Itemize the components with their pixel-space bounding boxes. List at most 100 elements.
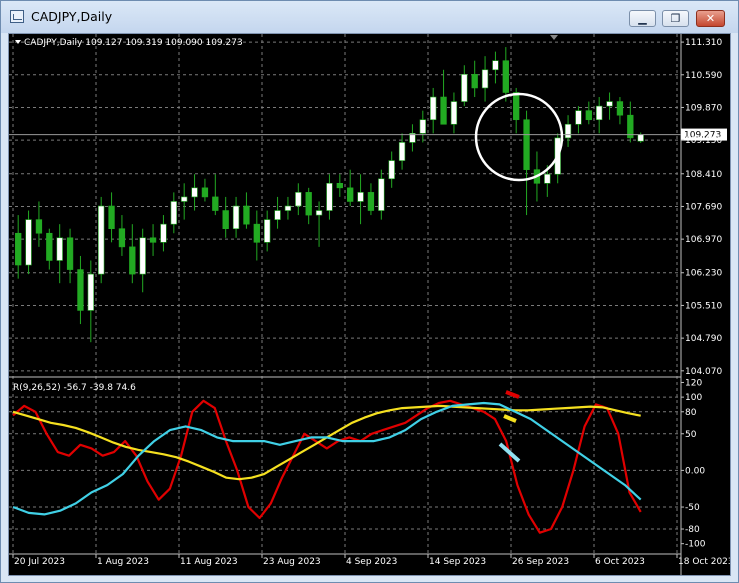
- candle-bull: [430, 96, 437, 121]
- restore-button[interactable]: ❐: [662, 10, 689, 27]
- candle-bear: [243, 205, 250, 225]
- candle-bull: [378, 178, 385, 211]
- chart-svg[interactable]: 109.273 111.310 110.590 109.870 109.150 108.…: [9, 34, 730, 575]
- price-tick-label: 106.970: [685, 235, 722, 245]
- price-axis-labels: 111.310 110.590 109.870 109.150 108.410 107.6…: [681, 38, 722, 377]
- price-tick-label: 109.870: [685, 103, 722, 113]
- candle-bear: [149, 237, 157, 243]
- candle-bull: [274, 210, 281, 220]
- candle-bull: [315, 210, 323, 216]
- candle-bear: [367, 192, 375, 211]
- indicator-tick-label: 0.00: [685, 466, 705, 476]
- candle-bear: [108, 205, 115, 230]
- indicator-tick-label: -100: [685, 540, 706, 550]
- candle-bull: [606, 101, 613, 107]
- candle-bull: [87, 273, 94, 311]
- time-tick-label: 26 Sep 2023: [512, 557, 569, 567]
- current-price-line: 109.273: [9, 128, 727, 141]
- candlestick-series: [15, 47, 644, 343]
- candle-bear: [440, 96, 447, 125]
- indicator-line: [12, 404, 641, 481]
- candle-bull: [481, 69, 489, 89]
- candle-bull: [160, 223, 167, 243]
- price-tick-label: 104.070: [685, 367, 722, 377]
- candle-bull: [596, 105, 603, 121]
- candle-bull: [461, 74, 468, 102]
- price-tick-label: 106.230: [685, 269, 722, 279]
- indicator-tick-label: 120: [685, 378, 702, 388]
- candle-bear: [212, 196, 219, 211]
- candle-bull: [398, 142, 406, 161]
- candle-bull: [232, 205, 240, 230]
- candle-bear: [66, 237, 74, 270]
- indicator-tick-label: -80: [685, 525, 700, 535]
- candle-bull: [637, 134, 644, 142]
- candle-bear: [347, 187, 354, 202]
- candle-bull: [181, 196, 188, 202]
- indicator-tick-label: 80: [685, 408, 697, 418]
- candle-bear: [585, 110, 592, 121]
- yellow-marker-annotation[interactable]: [503, 414, 517, 423]
- time-tick-label: 14 Sep 2023: [429, 557, 486, 567]
- candle-bull: [25, 219, 32, 266]
- candle-bear: [35, 219, 43, 234]
- candle-bear: [15, 232, 22, 266]
- candle-bear: [222, 210, 229, 230]
- price-tick-label: 109.150: [685, 136, 722, 146]
- price-tick-label: 110.590: [685, 71, 722, 81]
- candle-bull: [357, 192, 364, 202]
- candle-bull: [139, 237, 146, 275]
- candle-bear: [336, 182, 343, 189]
- time-tick-label: 11 Aug 2023: [180, 557, 238, 567]
- candle-bear: [616, 101, 624, 116]
- symbol-ohlc-header: CADJPY,Daily 109.127 109.319 109.090 109…: [24, 38, 243, 48]
- candle-bull: [284, 205, 292, 211]
- candle-bear: [201, 187, 209, 198]
- chart-shift-icon[interactable]: [550, 35, 558, 40]
- candle-bear: [118, 228, 126, 248]
- time-tick-label: 1 Aug 2023: [97, 557, 149, 567]
- price-tick-label: 107.690: [685, 202, 722, 212]
- indicator-line: [12, 399, 642, 534]
- close-button[interactable]: ✕: [696, 10, 725, 27]
- chart-area[interactable]: 109.273 111.310 110.590 109.870 109.150 108.…: [8, 33, 731, 576]
- price-tick-label: 111.310: [685, 38, 722, 48]
- title-bar[interactable]: CADJPY,Daily ▁ ❐ ✕: [1, 1, 738, 33]
- candle-bear: [129, 246, 136, 275]
- candle-bull: [419, 119, 426, 134]
- indicator-tick-label: 50: [685, 430, 697, 440]
- time-axis-labels: 20 Jul 2023 1 Aug 2023 11 Aug 2023 23 Aug 2…: [12, 554, 730, 567]
- indicator-tick-label: -50: [685, 503, 700, 513]
- minimize-button[interactable]: ▁: [629, 10, 656, 27]
- candle-bull: [191, 187, 198, 198]
- candle-bull: [564, 123, 572, 139]
- candle-bull: [264, 219, 271, 243]
- candle-bull: [326, 182, 333, 211]
- time-tick-label: 23 Aug 2023: [263, 557, 321, 567]
- candle-bull: [450, 101, 458, 125]
- price-tick-label: 105.510: [685, 301, 722, 311]
- candle-bull: [388, 160, 395, 180]
- chart-window-icon: [10, 10, 24, 23]
- price-tick-label: 108.410: [685, 170, 722, 180]
- candle-bear: [46, 232, 53, 261]
- indicator-header: R(9,26,52) -56.7 -39.8 74.6: [13, 383, 136, 393]
- candle-bear: [523, 119, 530, 170]
- time-tick-label: 6 Oct 2023: [595, 557, 645, 567]
- red-marker-annotation[interactable]: [505, 390, 520, 399]
- time-tick-label: 20 Jul 2023: [14, 557, 65, 567]
- candle-bear: [77, 269, 84, 311]
- candle-bull: [575, 110, 582, 125]
- candle-bull: [295, 192, 302, 207]
- time-tick-label: 18 Oct 2023: [678, 557, 730, 567]
- candle-bear: [513, 92, 520, 121]
- window-title: CADJPY,Daily: [31, 9, 113, 24]
- price-tick-label: 104.790: [685, 334, 722, 344]
- candle-bull: [492, 60, 499, 71]
- candle-bear: [253, 223, 260, 243]
- indicator-lines: [12, 399, 642, 534]
- candle-bull: [170, 201, 177, 225]
- indicator-line: [12, 401, 642, 516]
- candle-bear: [471, 74, 478, 89]
- indicator-tick-label: 100: [685, 393, 702, 403]
